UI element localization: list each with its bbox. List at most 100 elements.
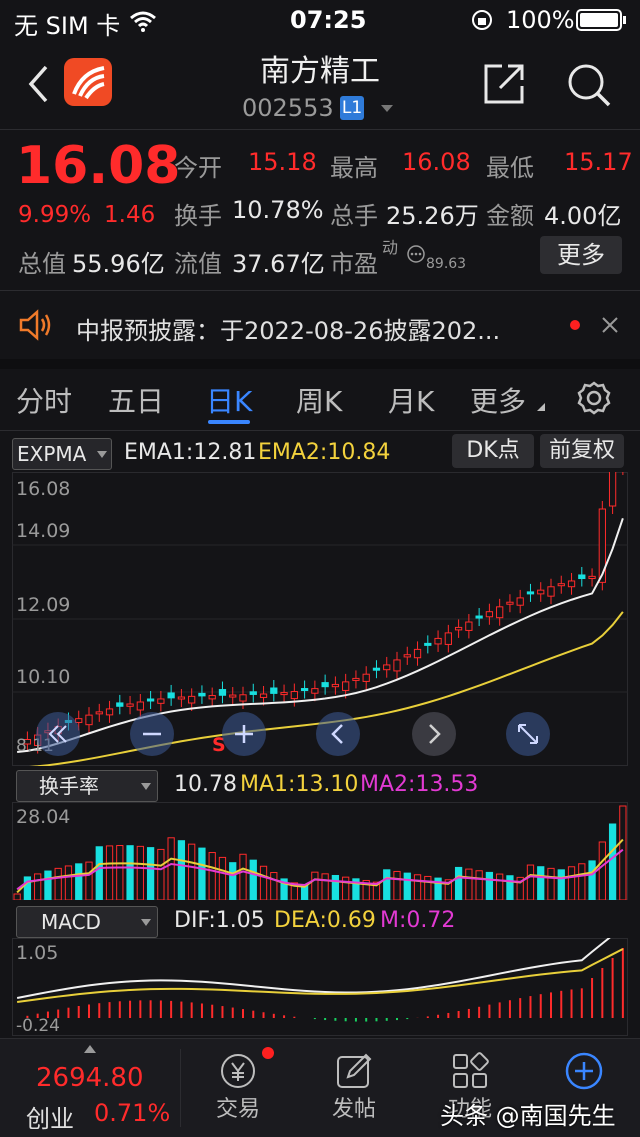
clock: 07:25 (290, 6, 367, 34)
tab-five-day[interactable]: 五日 (108, 380, 164, 420)
yen-exchange-icon (221, 1054, 255, 1088)
candle (506, 601, 514, 605)
high-label: 最高 (330, 154, 378, 182)
turnover-bar (218, 856, 227, 900)
rotation-lock-icon (472, 10, 492, 30)
turnover-bar (54, 867, 62, 900)
candle (578, 574, 586, 580)
turnover-bar (136, 845, 144, 900)
volume-label: 总手 (330, 202, 378, 230)
candle (465, 621, 473, 631)
open-value: 15.18 (248, 148, 317, 176)
zoom-in-button[interactable] (222, 712, 266, 756)
turnover-bar (188, 843, 196, 900)
grid-icon (453, 1052, 489, 1088)
candle (342, 681, 350, 691)
nav-trade[interactable]: 交易 (180, 1039, 296, 1137)
scroll-left-button[interactable] (316, 712, 360, 756)
candle (547, 586, 555, 597)
rewind-button[interactable] (36, 712, 80, 756)
divider (0, 430, 640, 431)
tab-timeshare[interactable]: 分时 (16, 380, 72, 420)
turnover-value: 10.78% (232, 196, 324, 224)
candle (352, 677, 360, 681)
index-ticker[interactable]: 2694.80 创业 0.71% (0, 1039, 178, 1137)
y-label: 12.09 (16, 594, 71, 616)
notice-bar[interactable]: 中报预披露：于2022-08-26披露202... (0, 291, 640, 359)
kline-indicator-select[interactable]: EXPMA (12, 438, 112, 470)
tab-daily-k[interactable]: 日K (206, 380, 252, 420)
period-tabs: 分时 五日 日K 周K 月K 更多 (0, 370, 640, 430)
nav-post[interactable]: 发帖 (296, 1039, 412, 1137)
macd-dif: DIF:1.05 (174, 908, 265, 933)
close-icon[interactable] (600, 315, 620, 335)
candle (331, 683, 340, 688)
turnover-bar (95, 846, 103, 900)
ema1-value: EMA1:12.81 (124, 440, 257, 465)
turnover-bar (249, 859, 257, 900)
zoom-out-button[interactable] (130, 712, 174, 756)
turnover-bar (146, 847, 155, 900)
amount-value: 4.00亿 (544, 202, 622, 230)
macd-bars (26, 948, 624, 1022)
turnover-bar (157, 848, 165, 900)
gear-icon[interactable] (576, 380, 612, 416)
turnover-chart[interactable] (12, 802, 628, 900)
battery-percent: 100% (506, 6, 575, 34)
pe-value: 89.63 (426, 256, 467, 272)
scroll-right-button[interactable] (412, 712, 456, 756)
volume-value: 25.26万 (386, 202, 479, 230)
edit-icon (337, 1053, 372, 1088)
candle (126, 703, 134, 707)
candle (208, 695, 216, 700)
turnover-bar (116, 845, 124, 900)
turnover-bar (454, 866, 463, 900)
turnover-bar (198, 847, 206, 900)
index-change: 0.71% (94, 1099, 171, 1127)
turnover-bar (424, 875, 432, 900)
turnover-bar (64, 865, 73, 900)
tab-monthly-k[interactable]: 月K (388, 380, 434, 420)
nav-label: 交易 (215, 1097, 260, 1122)
turnover-bar (475, 870, 483, 900)
chevron-down-icon (141, 783, 151, 790)
stock-title: 南方精工 (260, 54, 380, 89)
more-button[interactable]: 更多 (540, 236, 622, 274)
candle (136, 701, 144, 711)
turnover-indicator-select[interactable]: 换手率 (16, 770, 158, 802)
y-label: 10.10 (16, 666, 71, 688)
tab-weekly-k[interactable]: 周K (296, 380, 342, 420)
macd-indicator-select[interactable]: MACD (16, 906, 158, 938)
turnover-bar (321, 873, 329, 900)
change-percent: 9.99% (18, 202, 92, 228)
fullscreen-button[interactable] (506, 712, 550, 756)
search-icon[interactable] (566, 62, 612, 108)
candle (198, 692, 206, 697)
y-label: 14.09 (16, 520, 71, 542)
share-icon[interactable] (482, 62, 526, 106)
speaker-icon (19, 309, 51, 341)
tab-more[interactable]: 更多 (470, 380, 526, 420)
candle (403, 654, 411, 658)
macd-chart[interactable] (12, 938, 628, 1036)
chevron-down-icon[interactable] (380, 104, 394, 114)
turnover-label: 换手 (174, 202, 222, 230)
macd-dif-line (16, 938, 611, 999)
adjusted-button[interactable]: 前复权 (540, 434, 624, 468)
notice-text: 中报预披露：于2022-08-26披露202... (76, 317, 501, 345)
more-dots-icon[interactable] (406, 244, 426, 264)
dk-button[interactable]: DK点 (452, 434, 534, 468)
mktcap-label: 总值 (18, 250, 66, 278)
turnover-bar (259, 865, 268, 900)
chevron-down-icon (97, 451, 107, 458)
turnover-bar (526, 864, 535, 900)
current-price: 16.08 (16, 136, 181, 196)
turnover-bar (229, 862, 237, 900)
divider (0, 129, 640, 130)
double-chevron-left-icon (48, 725, 67, 743)
turnover-current: 10.78 (174, 772, 237, 797)
nav-label: 发帖 (331, 1097, 376, 1122)
turnover-bar (177, 840, 186, 900)
candle (516, 597, 524, 606)
level-badge[interactable]: L1 (340, 96, 364, 120)
